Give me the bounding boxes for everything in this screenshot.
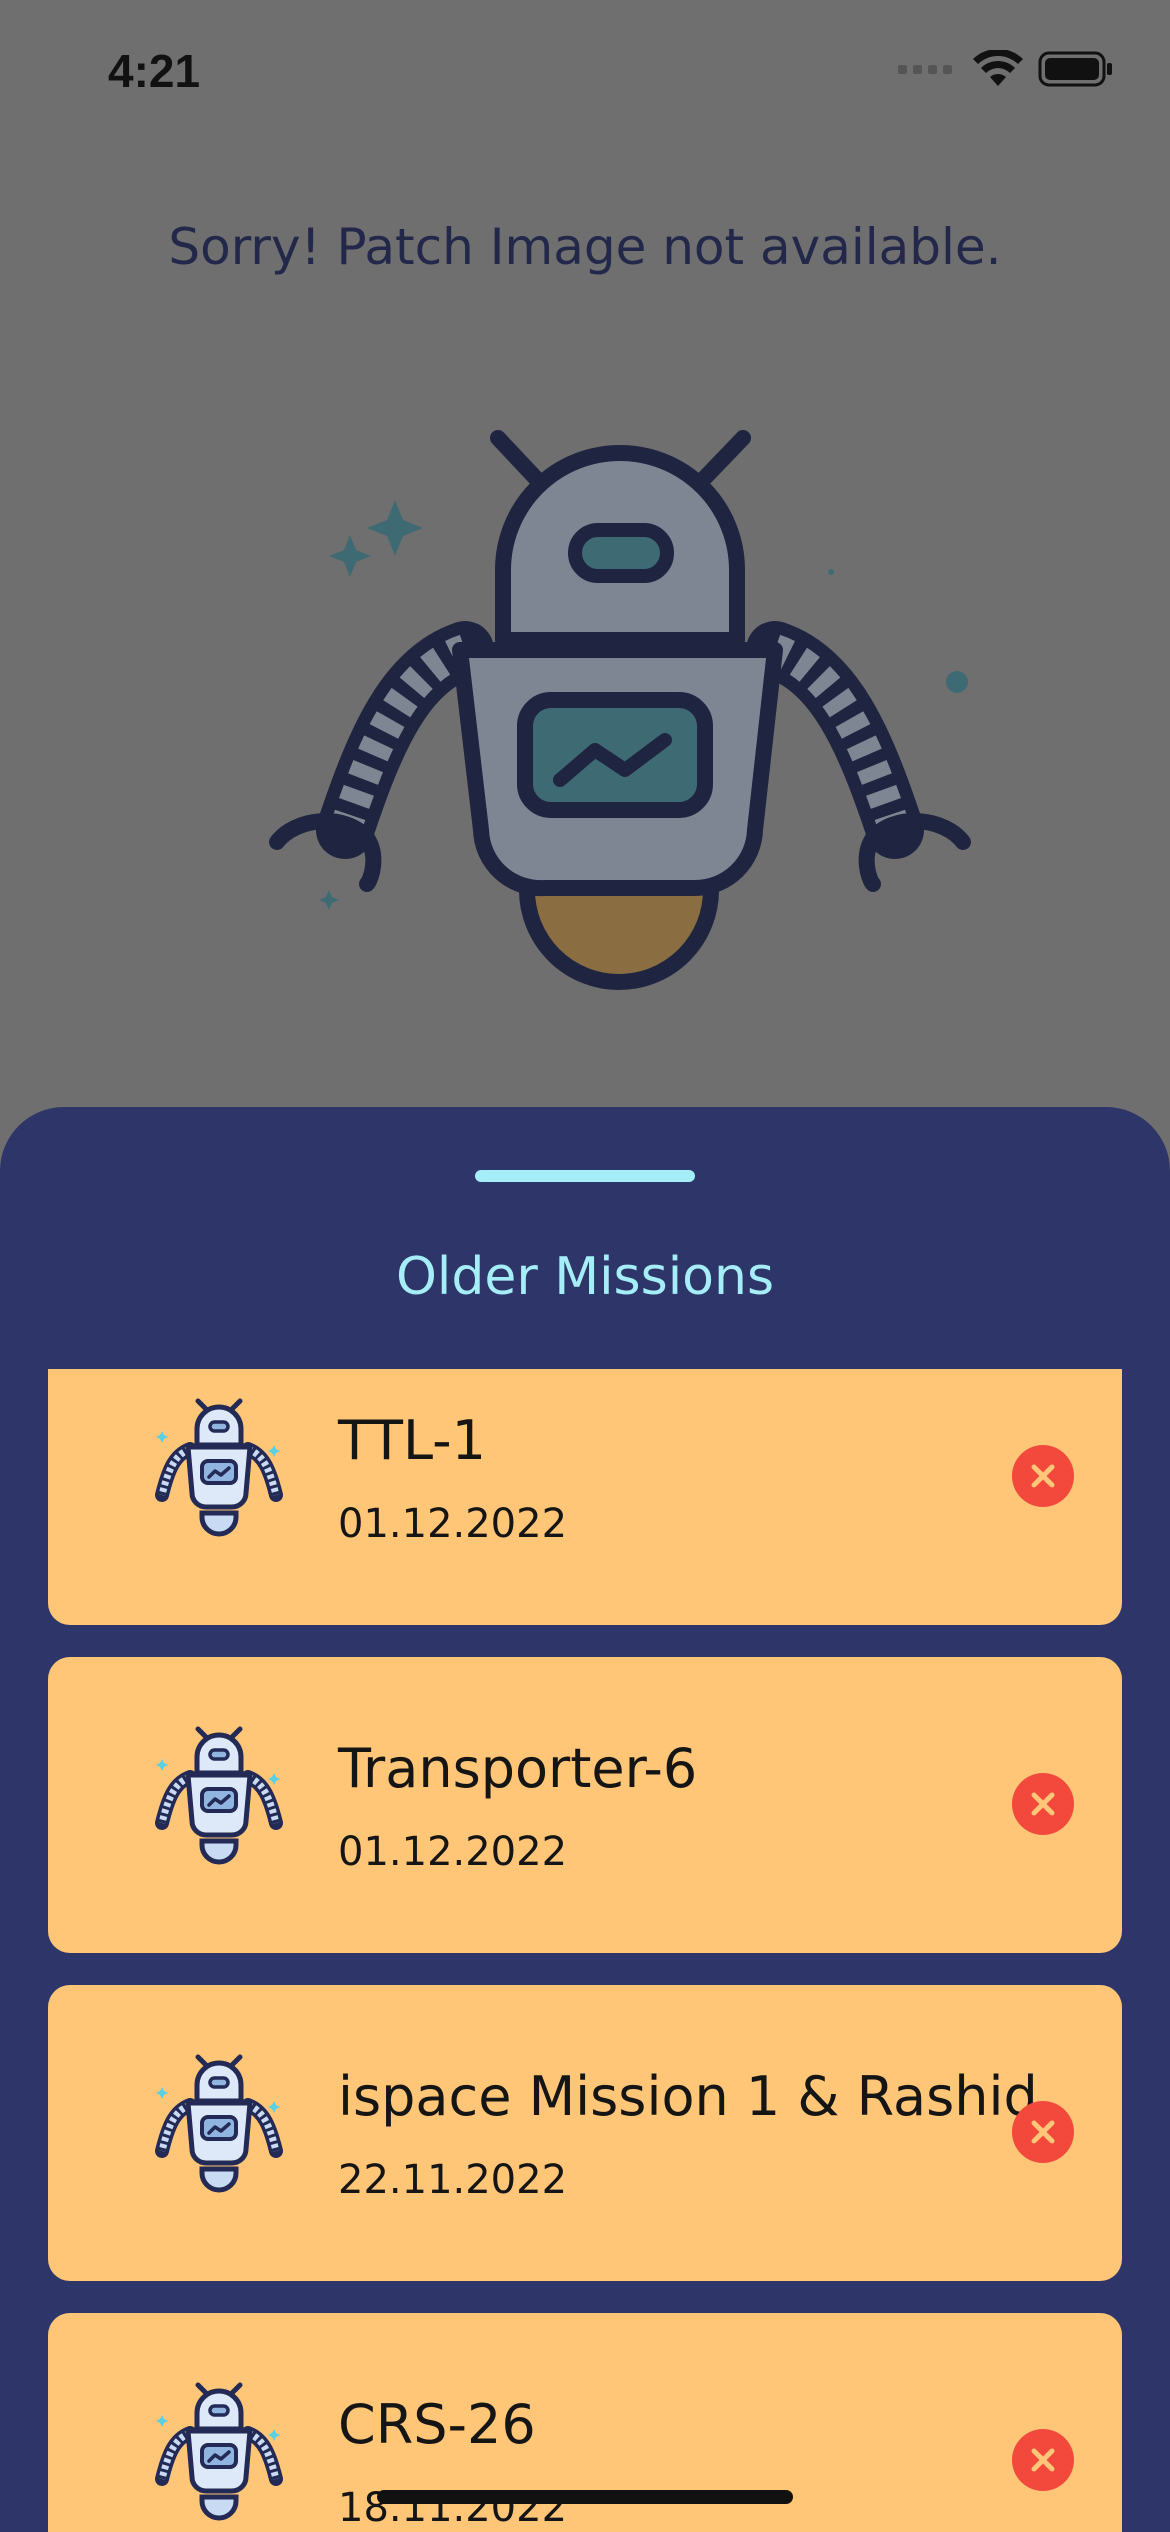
sheet-title: Older Missions (395, 1247, 775, 1307)
battery-icon (1038, 51, 1112, 87)
patch-unavailable-message: Sorry! Patch Image not available. (168, 218, 1002, 276)
mission-name: Transporter-6 (338, 1737, 698, 1800)
sheet-grabber-handle[interactable] (475, 1170, 695, 1182)
mission-name: CRS-26 (338, 2393, 536, 2456)
wifi-icon (973, 50, 1023, 86)
robot-icon (155, 1726, 283, 1865)
close-icon (1031, 1464, 1055, 1488)
mission-card[interactable]: TTL-1 01.12.2022 (48, 1369, 1122, 1625)
delete-mission-button[interactable] (1012, 2101, 1074, 2163)
mission-date: 01.12.2022 (338, 1501, 568, 1547)
mission-name: ispace Mission 1 & Rashid (338, 2065, 1038, 2128)
delete-mission-button[interactable] (1012, 1773, 1074, 1835)
robot-icon (155, 1398, 283, 1537)
mission-name: TTL-1 (338, 1409, 486, 1472)
older-missions-sheet: Older Missions TTL-1 01.12.2022 Transpor… (0, 1107, 1170, 2532)
robot-icon (155, 2382, 283, 2521)
mission-date: 22.11.2022 (338, 2157, 568, 2203)
mission-card[interactable]: Transporter-6 01.12.2022 (48, 1657, 1122, 1953)
status-bar: 4:21 (0, 0, 1170, 150)
close-icon (1031, 2120, 1055, 2144)
missions-list[interactable]: TTL-1 01.12.2022 Transporter-6 01.12.202… (0, 1369, 1170, 2532)
home-indicator[interactable] (377, 2490, 793, 2504)
close-icon (1031, 2448, 1055, 2472)
robot-icon (155, 2054, 283, 2193)
status-icons (898, 50, 1114, 88)
delete-mission-button[interactable] (1012, 1445, 1074, 1507)
cellular-signal-icon (898, 64, 952, 74)
mission-card[interactable]: ispace Mission 1 & Rashid 22.11.2022 (48, 1985, 1122, 2281)
mission-date: 01.12.2022 (338, 1829, 568, 1875)
robot-illustration-icon (269, 430, 971, 990)
status-time: 4:21 (108, 45, 201, 97)
close-icon (1031, 1792, 1055, 1816)
delete-mission-button[interactable] (1012, 2429, 1074, 2491)
